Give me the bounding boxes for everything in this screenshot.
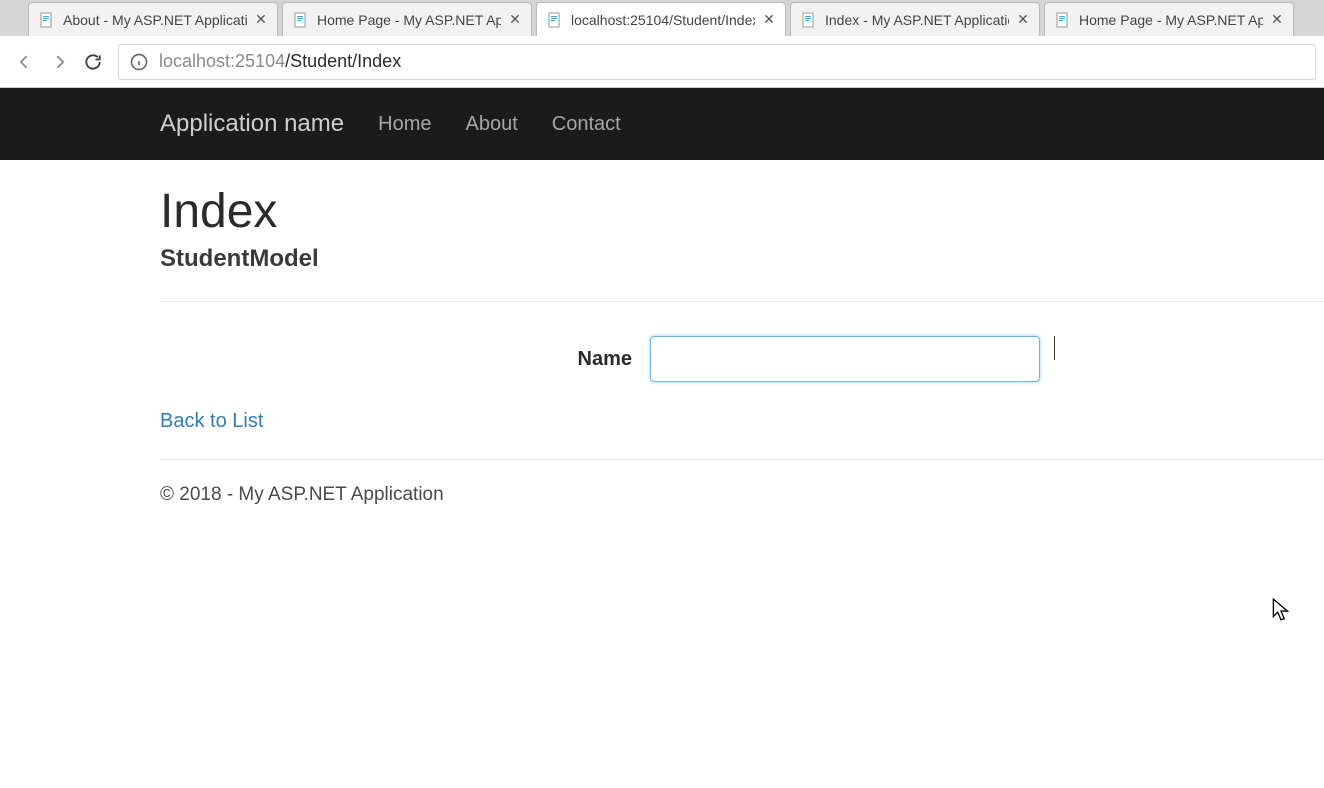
close-icon[interactable]: ✕ [1269,12,1285,28]
url-path: /Student/Index [285,51,401,72]
browser-tab[interactable]: Index - My ASP.NET Application ✕ [790,2,1040,36]
url-host: localhost:25104 [159,51,285,72]
back-button[interactable] [8,45,42,79]
divider [160,301,1324,302]
page-subtitle: StudentModel [160,245,1324,273]
close-icon[interactable]: ✕ [761,12,777,28]
browser-tab[interactable]: About - My ASP.NET Application ✕ [28,2,278,36]
browser-chrome: About - My ASP.NET Application ✕ Home Pa… [0,0,1324,88]
tab-title: Home Page - My ASP.NET Application [317,12,501,28]
tab-strip: About - My ASP.NET Application ✕ Home Pa… [0,0,1324,36]
page-title: Index [160,184,1324,239]
forward-button[interactable] [42,45,76,79]
page-favicon-icon [293,12,309,28]
nav-link-home[interactable]: Home [378,113,431,136]
page-favicon-icon [801,12,817,28]
tab-title: Home Page - My ASP.NET Application [1079,12,1263,28]
nav-link-contact[interactable]: Contact [552,113,621,136]
close-icon[interactable]: ✕ [507,12,523,28]
reload-button[interactable] [76,45,110,79]
page-body: Index StudentModel Name Back to List © 2… [0,160,1324,506]
close-icon[interactable]: ✕ [1015,12,1031,28]
browser-tab-active[interactable]: localhost:25104/Student/Index ✕ [536,2,786,36]
form-row-name: Name [160,336,1324,382]
site-navbar: Application name Home About Contact [0,88,1324,160]
address-bar[interactable]: localhost:25104/Student/Index [118,44,1316,80]
navbar-brand[interactable]: Application name [160,110,344,138]
site-info-icon[interactable] [129,52,149,72]
nav-link-about[interactable]: About [465,113,517,136]
browser-tab[interactable]: Home Page - My ASP.NET Application ✕ [282,2,532,36]
page-favicon-icon [547,12,563,28]
close-icon[interactable]: ✕ [253,12,269,28]
browser-toolbar: localhost:25104/Student/Index [0,36,1324,88]
name-label: Name [160,348,650,371]
name-input[interactable] [650,336,1040,382]
back-to-list-link[interactable]: Back to List [160,410,263,433]
page-favicon-icon [1055,12,1071,28]
mouse-cursor-icon [1272,598,1290,627]
tab-title: Index - My ASP.NET Application [825,12,1009,28]
tab-title: About - My ASP.NET Application [63,12,247,28]
page-favicon-icon [39,12,55,28]
text-caret [1054,336,1055,360]
tab-title: localhost:25104/Student/Index [571,12,755,28]
browser-tab[interactable]: Home Page - My ASP.NET Application ✕ [1044,2,1294,36]
footer-text: © 2018 - My ASP.NET Application [160,460,1324,506]
